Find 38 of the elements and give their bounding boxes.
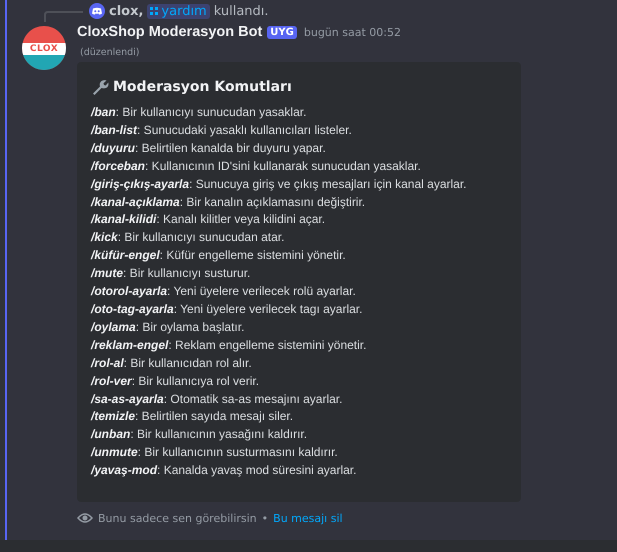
command-mention[interactable]: yardım xyxy=(147,4,210,18)
controller-icon xyxy=(89,3,105,19)
ephemeral-notice: Bunu sadece sen görebilirsin xyxy=(98,512,257,524)
command-description: /mute: Bir kullanıcıyı susturur. xyxy=(91,265,252,282)
grid-icon xyxy=(150,7,158,15)
bot-avatar[interactable]: CLOX xyxy=(22,26,66,70)
command-description: /forceban: Kullanıcının ID'sini kullanarak sunucudan yasaklar. xyxy=(91,158,422,175)
command-description: /otorol-ayarla: Yeni üyelere verilecek rolü ayarlar. xyxy=(91,283,357,300)
command-description: /kanal-kilidi: Kanalı kilitler veya kilidini açar. xyxy=(91,211,326,228)
command-description: /reklam-engel: Reklam engelleme sistemini yönetir. xyxy=(91,336,368,354)
delete-message-link[interactable]: Bu mesajı sil xyxy=(273,512,343,524)
command-description: /duyuru: Belirtilen kanalda bir duyuru yapar. xyxy=(91,140,327,157)
author-name[interactable]: CloxShop Moderasyon Bot xyxy=(77,24,262,40)
app-tag: UYG xyxy=(267,26,297,38)
separator-dot: • xyxy=(262,512,268,524)
wrench-icon xyxy=(91,78,109,96)
command-description: /unmute: Bir kullanıcının susturmasını kaldırır. xyxy=(91,444,339,462)
embed-title: Moderasyon Komutları xyxy=(113,79,292,95)
timestamp: bugün saat 00:52 xyxy=(304,26,401,38)
command-description: /unban: Bir kullanıcının yasağını kaldırır. xyxy=(91,426,308,444)
command-description: /kanal-açıklama: Bir kanalın açıklamasını değiştirir. xyxy=(91,194,366,211)
command-description: /rol-ver: Bir kullanıcıya rol verir. xyxy=(91,372,260,390)
command-description: /kick: Bir kullanıcıyı sunucudan atar. xyxy=(91,229,286,246)
command-description: /ban-list: Sunucudaki yasaklı kullanıcıları listeler. xyxy=(91,122,353,139)
command-description: /yavaş-mod: Kanalda yavaş mod süresini ayarlar. xyxy=(91,462,358,480)
avatar-logo-text: CLOX xyxy=(28,44,60,54)
command-description: /oto-tag-ayarla: Yeni üyelere verilecek tagı ayarlar. xyxy=(91,300,364,318)
command-description: /sa-as-ayarla: Otomatik sa-as mesajını ayarlar. xyxy=(91,390,344,408)
command-description: /giriş-çıkış-ayarla: Sunucuya giriş ve çıkış mesajları için kanal ayarlar. xyxy=(91,176,468,193)
command-description: /küfür-engel: Küfür engelleme sistemini yönetir. xyxy=(91,247,347,264)
reply-username[interactable]: clox, xyxy=(109,4,144,18)
command-description: /oylama: Bir oylama başlatır. xyxy=(91,318,246,336)
command-description: /ban: Bir kullanıcıyı sunucudan yasaklar. xyxy=(91,104,308,121)
command-description: /temizle: Belirtilen sayıda mesajı siler. xyxy=(91,408,294,426)
reply-text: kullandı. xyxy=(214,4,269,18)
reply-connector xyxy=(43,10,83,22)
command-description: /rol-al: Bir kullanıcıdan rol alır. xyxy=(91,354,253,372)
edited-label: (düzenlendi) xyxy=(79,47,140,58)
